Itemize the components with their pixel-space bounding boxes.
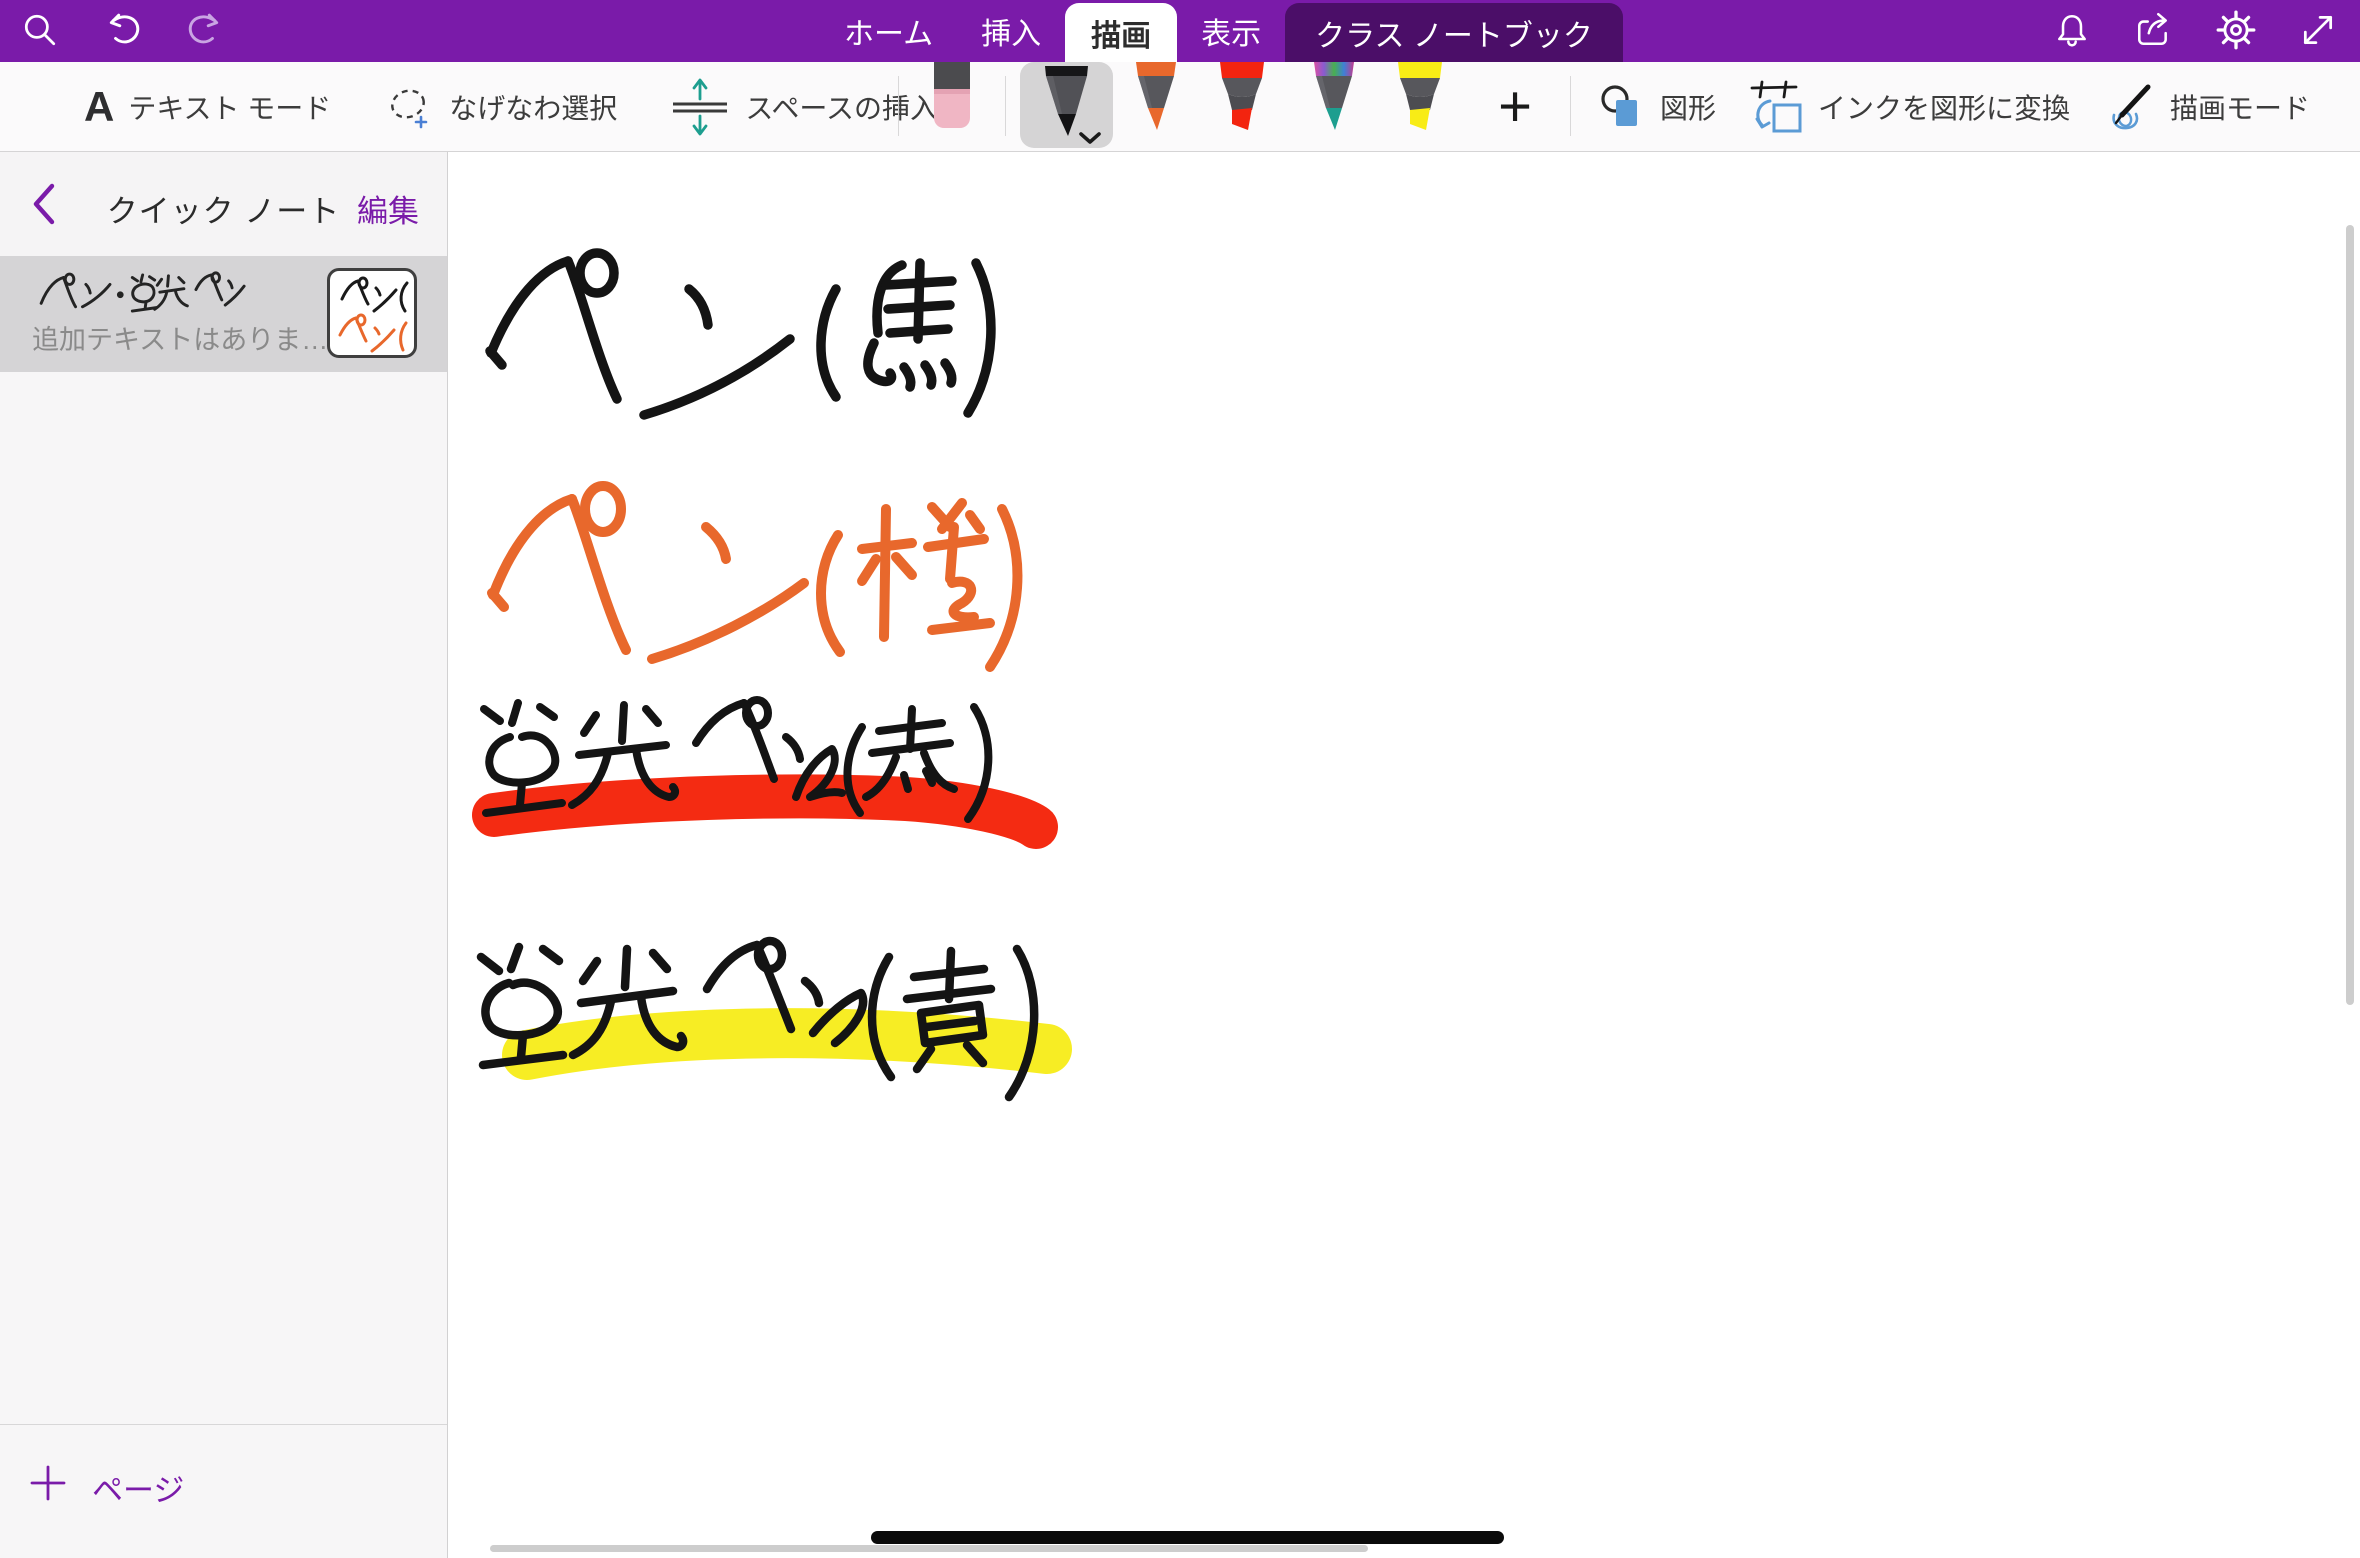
toolbar-divider [1005, 76, 1006, 136]
draw-mode-label: 描画モード [2170, 87, 2310, 127]
share-icon[interactable] [2133, 10, 2173, 50]
note-canvas[interactable] [449, 152, 2360, 1558]
toolbar-divider [1570, 76, 1571, 136]
bell-icon[interactable] [2052, 10, 2092, 50]
pen-options-chevron-down-icon [1081, 134, 1099, 142]
draw-mode-button[interactable]: 描画モード [2104, 81, 2310, 133]
red-highlighter-tool[interactable] [1216, 62, 1268, 132]
sidebar-header: クイック ノート 編集 [0, 152, 447, 256]
ink-group-highlighter-red [484, 700, 1036, 827]
toolbar-divider [898, 76, 899, 136]
add-page-row[interactable]: ページ [0, 1424, 447, 1558]
undo-icon[interactable] [104, 10, 144, 50]
tab-class-notebook[interactable]: クラス ノートブック [1285, 3, 1623, 62]
home-indicator[interactable] [871, 1531, 1504, 1544]
ink-group-highlighter-yellow [481, 941, 1047, 1097]
lasso-icon [383, 81, 435, 133]
ink-to-shape-icon [1750, 79, 1804, 135]
lasso-select-button[interactable]: なげなわ選択 [383, 81, 617, 133]
ink-to-shape-button[interactable]: インクを図形に変換 [1750, 79, 2070, 135]
text-mode-button[interactable]: A テキスト モード [84, 86, 331, 128]
shapes-button[interactable]: 図形 [1598, 82, 1716, 132]
insert-space-icon [669, 77, 731, 137]
black-pen-tool-selected[interactable] [1020, 62, 1113, 148]
eraser-tool[interactable] [930, 62, 974, 130]
ink-layer [449, 152, 2360, 1558]
shapes-label: 図形 [1660, 87, 1716, 127]
ribbon-tabs: ホーム 挿入 描画 表示 クラス ノートブック [820, 0, 1623, 62]
onenote-app: ホーム 挿入 描画 表示 クラス ノートブック [0, 0, 2360, 1558]
tab-view[interactable]: 表示 [1177, 0, 1285, 62]
add-page-label: ページ [92, 1465, 184, 1510]
yellow-highlighter-tool[interactable] [1394, 62, 1446, 132]
vertical-scrollbar[interactable] [2346, 225, 2354, 1005]
add-pen-button[interactable]: + [1487, 62, 1543, 152]
add-page-plus-icon [30, 1465, 66, 1501]
text-mode-label: テキスト モード [128, 87, 331, 127]
page-list-item-selected[interactable]: 追加テキストはありま… [0, 256, 447, 372]
settings-gear-icon[interactable] [2216, 10, 2256, 50]
draw-toolbar: A テキスト モード なげなわ選択 [0, 62, 2360, 152]
ink-stroke-pen-orange [492, 486, 1017, 667]
shapes-icon [1598, 82, 1646, 132]
draw-mode-icon [2104, 81, 2156, 133]
insert-space-label: スペースの挿入 [745, 87, 938, 127]
orange-pen-tool[interactable] [1130, 62, 1182, 132]
ink-to-shape-label: インクを図形に変換 [1818, 87, 2070, 127]
tab-draw[interactable]: 描画 [1065, 3, 1177, 62]
rainbow-pen-tool[interactable] [1308, 62, 1360, 132]
ink-stroke-pen-black [490, 253, 991, 415]
page-list-sidebar: クイック ノート 編集 [0, 152, 448, 1558]
lasso-label: なげなわ選択 [449, 87, 617, 127]
page-item-subtitle: 追加テキストはありま… [32, 318, 328, 357]
tab-insert[interactable]: 挿入 [957, 0, 1065, 62]
horizontal-scrollbar[interactable] [490, 1545, 1368, 1552]
redo-icon[interactable] [184, 10, 224, 50]
edit-pages-button[interactable]: 編集 [357, 186, 419, 231]
fullscreen-expand-icon[interactable] [2298, 10, 2338, 50]
search-icon[interactable] [20, 10, 60, 50]
text-mode-icon: A [84, 86, 114, 128]
page-title-ink-preview [36, 270, 251, 316]
page-thumbnail [327, 268, 417, 358]
title-bar: ホーム 挿入 描画 表示 クラス ノートブック [0, 0, 2360, 62]
tab-home[interactable]: ホーム [820, 0, 957, 62]
